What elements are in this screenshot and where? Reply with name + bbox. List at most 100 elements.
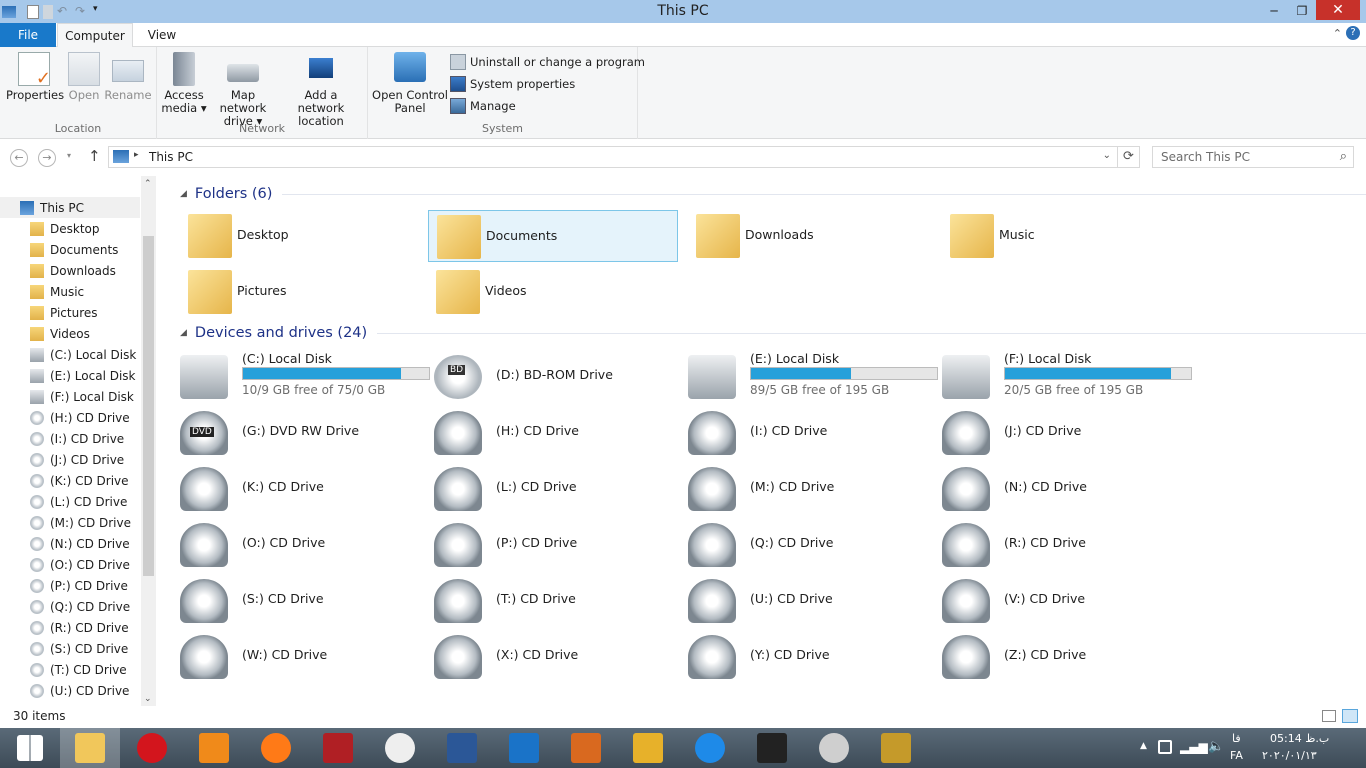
incognito-taskbar-button[interactable] — [370, 728, 430, 768]
battery-icon[interactable] — [1158, 740, 1172, 754]
sidebar-item[interactable]: (R:) CD Drive — [0, 617, 140, 638]
drive-tile[interactable]: (X:) CD Drive — [426, 631, 676, 683]
up-button[interactable]: ↑ — [88, 147, 101, 165]
search-icon[interactable]: ⌕ — [1340, 149, 1347, 164]
sidebar-item-this-pc[interactable]: This PC — [0, 197, 140, 218]
sync-taskbar-button[interactable] — [680, 728, 740, 768]
sidebar-item[interactable]: Desktop — [0, 218, 140, 239]
sidebar-item[interactable]: Music — [0, 281, 140, 302]
breadcrumb-chevron-icon[interactable]: ▸ — [134, 150, 139, 160]
sidebar-item[interactable]: Pictures — [0, 302, 140, 323]
word-taskbar-button[interactable] — [432, 728, 492, 768]
help-icon[interactable]: ? — [1346, 26, 1360, 40]
drive-tile[interactable]: (S:) CD Drive — [172, 575, 422, 627]
address-dropdown-icon[interactable]: ⌄ — [1103, 150, 1111, 161]
sidebar-item[interactable]: (J:) CD Drive — [0, 449, 140, 470]
sidebar-item[interactable]: (S:) CD Drive — [0, 638, 140, 659]
age-of-empires-taskbar-button[interactable] — [308, 728, 368, 768]
drive-tile[interactable]: (F:) Local Disk 20/5 GB free of 195 GB — [934, 351, 1192, 403]
sidebar-item[interactable]: (H:) CD Drive — [0, 407, 140, 428]
nox-taskbar-button[interactable] — [742, 728, 802, 768]
file-explorer-taskbar-button[interactable] — [60, 728, 120, 768]
drive-tile[interactable]: (W:) CD Drive — [172, 631, 422, 683]
minimize-ribbon-icon[interactable]: ⌃ — [1333, 27, 1342, 40]
opera-taskbar-button[interactable] — [122, 728, 182, 768]
drive-tile[interactable]: (U:) CD Drive — [680, 575, 930, 627]
drive-tile[interactable]: (H:) CD Drive — [426, 407, 676, 459]
show-hidden-icons-icon[interactable]: ▲ — [1140, 741, 1147, 751]
folder-documents[interactable]: Documents — [428, 210, 678, 262]
drive-tile[interactable]: (I:) CD Drive — [680, 407, 930, 459]
recent-locations-icon[interactable]: ▾ — [67, 151, 71, 160]
drive-tile[interactable]: (O:) CD Drive — [172, 519, 422, 571]
language-indicator-label[interactable]: فا — [1232, 732, 1241, 745]
sketch-taskbar-button[interactable] — [618, 728, 678, 768]
drive-tile[interactable]: (N:) CD Drive — [934, 463, 1184, 515]
folder-videos[interactable]: Videos — [428, 266, 678, 318]
drive-tile[interactable]: (T:) CD Drive — [426, 575, 676, 627]
folder-downloads[interactable]: Downloads — [688, 210, 938, 262]
drive-tile[interactable]: (P:) CD Drive — [426, 519, 676, 571]
map-network-drive-button[interactable]: Map network drive ▾ — [207, 52, 279, 128]
sidebar-item[interactable]: Documents — [0, 239, 140, 260]
folders-header[interactable]: ◢ Folders (6) — [180, 186, 1366, 202]
media-player-taskbar-button[interactable] — [184, 728, 244, 768]
folder-desktop[interactable]: Desktop — [180, 210, 430, 262]
counter-strike-2-taskbar-button[interactable] — [866, 728, 926, 768]
uninstall-program-button[interactable]: Uninstall or change a program — [450, 52, 645, 72]
drive-tile[interactable]: DVD (G:) DVD RW Drive — [172, 407, 422, 459]
sidebar-item[interactable]: (N:) CD Drive — [0, 533, 140, 554]
system-properties-button[interactable]: System properties — [450, 74, 575, 94]
folder-pictures[interactable]: Pictures — [180, 266, 430, 318]
network-signal-icon[interactable]: ▂▄▆ — [1180, 740, 1208, 754]
address-bar[interactable]: ▸ This PC ⌄ ⟳ — [108, 146, 1140, 168]
drive-tile[interactable]: (L:) CD Drive — [426, 463, 676, 515]
scroll-down-icon[interactable]: ⌄ — [144, 694, 152, 704]
close-button[interactable]: ✕ — [1316, 0, 1360, 20]
sidebar-item[interactable]: (K:) CD Drive — [0, 470, 140, 491]
drive-tile[interactable]: (V:) CD Drive — [934, 575, 1184, 627]
open-control-panel-button[interactable]: Open Control Panel — [372, 52, 448, 115]
breadcrumb[interactable]: This PC — [149, 150, 193, 164]
drive-tile[interactable]: (Y:) CD Drive — [680, 631, 930, 683]
drive-tile[interactable]: (R:) CD Drive — [934, 519, 1184, 571]
drive-tile[interactable]: (K:) CD Drive — [172, 463, 422, 515]
details-view-icon[interactable] — [1322, 710, 1336, 722]
scrollbar-thumb[interactable] — [143, 236, 154, 576]
volume-icon[interactable]: 🔈 — [1208, 739, 1224, 754]
sidebar-scrollbar[interactable]: ⌃ ⌄ — [141, 176, 156, 706]
minimize-button[interactable]: ─ — [1260, 0, 1288, 22]
sidebar-item[interactable]: (C:) Local Disk — [0, 344, 140, 365]
sidebar-item[interactable]: (O:) CD Drive — [0, 554, 140, 575]
large-icons-view-icon[interactable] — [1342, 709, 1358, 723]
sidebar-item[interactable]: (M:) CD Drive — [0, 512, 140, 533]
start-taskbar-button[interactable] — [0, 728, 60, 768]
sidebar-item[interactable]: (U:) CD Drive — [0, 680, 140, 701]
tab-view[interactable]: View — [139, 23, 185, 47]
search-box[interactable]: Search This PC ⌕ — [1152, 146, 1354, 168]
sidebar-item[interactable]: (Q:) CD Drive — [0, 596, 140, 617]
forward-button[interactable]: → — [38, 149, 56, 167]
drive-tile[interactable]: (M:) CD Drive — [680, 463, 930, 515]
properties-button[interactable]: ✓ Properties — [6, 52, 64, 102]
folder-music[interactable]: Music — [942, 210, 1192, 262]
drive-tile[interactable]: (C:) Local Disk 10/9 GB free of 75/0 GB — [172, 351, 430, 403]
drive-tile[interactable]: (E:) Local Disk 89/5 GB free of 195 GB — [680, 351, 938, 403]
sidebar-item[interactable]: Downloads — [0, 260, 140, 281]
sidebar-item[interactable]: (P:) CD Drive — [0, 575, 140, 596]
drive-tile[interactable]: (Q:) CD Drive — [680, 519, 930, 571]
firefox-taskbar-button[interactable] — [246, 728, 306, 768]
scroll-up-icon[interactable]: ⌃ — [144, 179, 152, 189]
counter-strike-taskbar-button[interactable] — [804, 728, 864, 768]
drive-tile[interactable]: (Z:) CD Drive — [934, 631, 1184, 683]
manage-button[interactable]: Manage — [450, 96, 516, 116]
refresh-icon[interactable]: ⟳ — [1117, 147, 1139, 167]
sidebar-item[interactable]: Videos — [0, 323, 140, 344]
drive-tile[interactable]: BD (D:) BD-ROM Drive — [426, 351, 676, 403]
sidebar-item[interactable]: (T:) CD Drive — [0, 659, 140, 680]
rename-button[interactable]: Rename — [104, 52, 152, 102]
clock-date[interactable]: ۲۰۲۰/۰۱/۱۳ — [1262, 749, 1317, 762]
access-media-button[interactable]: Access media ▾ — [161, 52, 207, 115]
maximize-button[interactable]: ❐ — [1288, 0, 1316, 22]
filezilla-taskbar-button[interactable] — [556, 728, 616, 768]
